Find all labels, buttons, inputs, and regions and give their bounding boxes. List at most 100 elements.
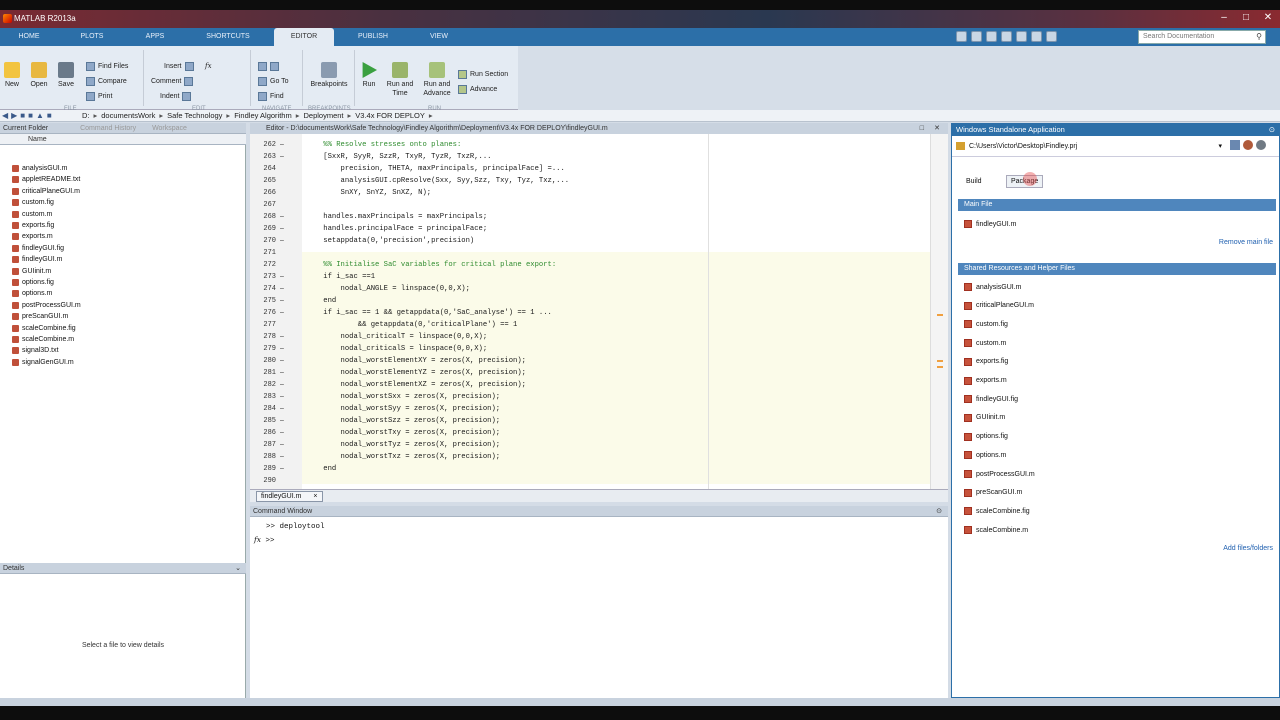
breadcrumb-item[interactable]: D: (82, 111, 90, 120)
breakpoint-marker[interactable]: – (280, 403, 284, 415)
warning-marker[interactable] (937, 314, 943, 316)
breakpoint-marker[interactable]: – (280, 355, 284, 367)
fx-icon[interactable]: fx (254, 535, 261, 544)
close-editor-icon[interactable]: ✕ (934, 123, 940, 134)
shared-file-item[interactable]: findleyGUI.fig (964, 395, 1018, 404)
code-line[interactable]: nodal_worstSyy = zeros(X, precision); (306, 403, 501, 415)
settings-gear-icon[interactable] (1256, 140, 1266, 150)
code-line[interactable]: nodal_worstElementYZ = zeros(X, precisio… (306, 367, 526, 379)
breakpoint-marker[interactable]: – (280, 139, 284, 151)
code-line[interactable]: nodal_worstElementXZ = zeros(X, precisio… (306, 379, 526, 391)
editor-file-tab[interactable]: findleyGUI.m × (256, 491, 323, 502)
project-path-dropdown[interactable]: C:\Users\Victor\Desktop\Findley.prj ▾ (956, 142, 1222, 150)
warning-marker[interactable] (937, 360, 943, 362)
shared-file-item[interactable]: options.fig (964, 432, 1008, 441)
chevron-down-icon[interactable]: ⌄ (235, 563, 241, 574)
code-line[interactable]: handles.principalFace = principalFace; (306, 223, 487, 235)
breakpoint-marker[interactable]: – (280, 379, 284, 391)
tab-publish[interactable]: PUBLISH (348, 28, 398, 46)
shared-file-item[interactable]: postProcessGUI.m (964, 470, 1035, 478)
breakpoint-marker[interactable]: – (280, 391, 284, 403)
deploy-options-icon[interactable]: ⊙ (1269, 124, 1275, 136)
breadcrumb-item[interactable]: Safe Technology (167, 111, 222, 120)
breadcrumb-item[interactable]: V3.4x FOR DEPLOY (355, 111, 425, 120)
code-line[interactable]: nodal_ANGLE = linspace(0,0,X); (306, 283, 470, 295)
code-line[interactable]: if i_sac == 1 && getappdata(0,'SaC_analy… (306, 307, 552, 319)
file-list-item[interactable]: options.fig (12, 279, 54, 286)
shared-file-item[interactable]: custom.fig (964, 320, 1008, 329)
close-tab-icon[interactable]: × (313, 493, 317, 500)
breakpoint-marker[interactable]: – (280, 283, 284, 295)
package-icon[interactable] (1243, 140, 1253, 150)
new-button[interactable]: New (3, 62, 21, 89)
tab-shortcuts[interactable]: SHORTCUTS (196, 28, 260, 46)
code-line[interactable]: && getappdata(0,'criticalPlane') == 1 (306, 319, 518, 331)
breakpoint-marker[interactable]: – (280, 415, 284, 427)
main-file-item[interactable]: findleyGUI.m (964, 220, 1016, 228)
quick-access-copy-icon[interactable] (986, 31, 997, 42)
file-list-item[interactable]: options.m (12, 290, 52, 298)
quick-access-paste-icon[interactable] (1001, 31, 1012, 42)
chevron-down-icon[interactable]: ▾ (1218, 142, 1222, 150)
shared-file-item[interactable]: criticalPlaneGUI.m (964, 301, 1034, 310)
breakpoint-marker[interactable]: – (280, 331, 284, 343)
file-list-item[interactable]: scaleCombine.fig (12, 324, 76, 332)
breakpoint-marker[interactable]: – (280, 151, 284, 163)
undock-icon[interactable]: □ (920, 123, 924, 134)
breakpoint-marker[interactable]: – (280, 439, 284, 451)
file-list-item[interactable]: signal3D.txt (12, 347, 59, 355)
code-line[interactable]: setappdata(0,'precision',precision) (306, 235, 474, 247)
run-button[interactable]: Run (358, 62, 380, 89)
shared-file-item[interactable]: GUIinit.m (964, 413, 1005, 422)
open-button[interactable]: Open (28, 62, 50, 89)
breakpoint-marker[interactable]: – (280, 307, 284, 319)
tab-editor[interactable]: EDITOR (274, 28, 334, 46)
build-icon[interactable] (1230, 140, 1240, 150)
quick-access-help-icon[interactable] (1046, 31, 1057, 42)
breakpoint-marker[interactable]: – (280, 211, 284, 223)
file-list-item[interactable]: criticalPlaneGUI.m (12, 187, 80, 195)
tab-plots[interactable]: PLOTS (72, 28, 112, 46)
quick-access-redo-icon[interactable] (1031, 31, 1042, 42)
command-window[interactable]: Command Window ⊙ >> deploytool fx >> (250, 506, 948, 698)
warning-marker[interactable] (937, 366, 943, 368)
find-files-button[interactable]: Find Files (86, 62, 128, 71)
editor-scrollbar[interactable] (930, 134, 948, 489)
file-list-item[interactable]: exports.m (12, 233, 53, 241)
remove-main-file-link[interactable]: Remove main file (1219, 239, 1273, 246)
column-header-name[interactable]: Name (0, 134, 246, 145)
comment-button[interactable]: Comment (151, 77, 194, 86)
tab-apps[interactable]: APPS (136, 28, 174, 46)
save-button[interactable]: Save (55, 62, 77, 89)
shared-file-item[interactable]: preScanGUI.m (964, 488, 1022, 497)
breakpoint-marker[interactable]: – (280, 235, 284, 247)
code-line[interactable]: precision, THETA, maxPrincipals, princip… (306, 163, 565, 175)
quick-access-cut-icon[interactable] (971, 31, 982, 42)
breakpoint-marker[interactable]: – (280, 367, 284, 379)
tab-current-folder[interactable]: Current Folder (3, 125, 48, 132)
breakpoint-marker[interactable]: – (280, 343, 284, 355)
file-list-item[interactable]: signalGenGUI.m (12, 358, 74, 366)
shared-file-item[interactable]: options.m (964, 451, 1006, 460)
run-section-button[interactable]: Run Section (458, 70, 508, 79)
find-button[interactable]: Find (258, 92, 284, 101)
breadcrumb-item[interactable]: Findley Algorithm (234, 111, 292, 120)
print-button[interactable]: Print (86, 92, 112, 101)
code-line[interactable]: %% Resolve stresses onto planes: (306, 139, 461, 151)
nav-arrows-icon[interactable]: ◀▶■■▲■ (2, 111, 55, 120)
code-line[interactable]: nodal_worstSzz = zeros(X, precision); (306, 415, 501, 427)
active-prompt-line[interactable]: fx >> (254, 535, 275, 545)
file-list-item[interactable]: postProcessGUI.m (12, 301, 81, 309)
shared-file-item[interactable]: exports.fig (964, 357, 1008, 366)
code-line[interactable]: SnXY, SnYZ, SnXZ, N); (306, 187, 432, 199)
quick-access-undo-icon[interactable] (1016, 31, 1027, 42)
breakpoint-marker[interactable]: – (280, 223, 284, 235)
advance-button[interactable]: Advance (458, 85, 497, 94)
quick-access-save-icon[interactable] (956, 31, 967, 42)
search-icon[interactable]: ⚲ (1256, 32, 1262, 41)
code-line[interactable]: nodal_criticalS = linspace(0,0,X); (306, 343, 488, 355)
tab-view[interactable]: VIEW (420, 28, 458, 46)
file-list-item[interactable]: exports.fig (12, 222, 54, 229)
tab-workspace[interactable]: Workspace (152, 125, 187, 132)
file-list-item[interactable]: scaleCombine.m (12, 336, 74, 343)
